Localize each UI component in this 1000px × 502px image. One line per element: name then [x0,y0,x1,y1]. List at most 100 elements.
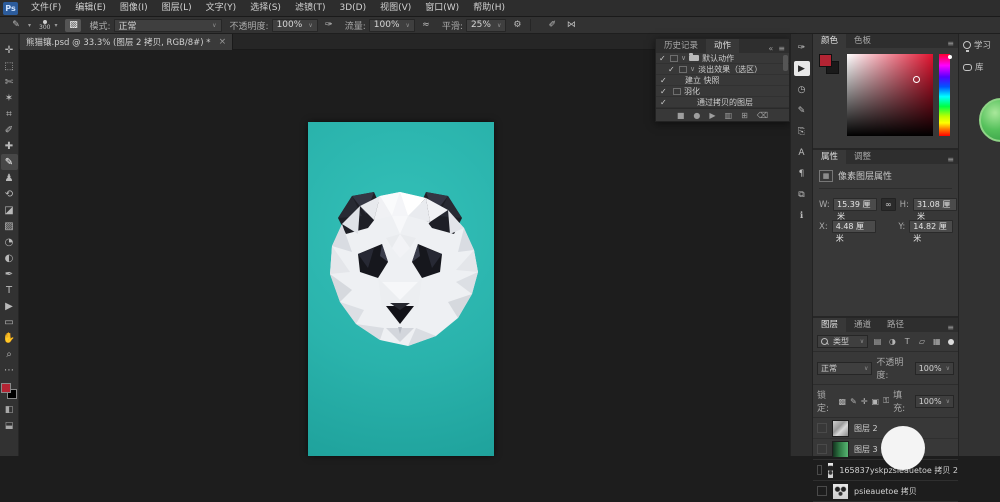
layer-comps-panel-icon[interactable]: ⧉ [794,187,810,202]
tab-color[interactable]: 颜色 [813,34,846,48]
crop-tool[interactable]: ⌗ [1,106,18,122]
filter-type-layers-icon[interactable]: T [902,337,913,346]
check-icon[interactable]: ✓ [660,76,668,85]
brush-tool[interactable]: ✎ [1,154,18,170]
history-brush-tool[interactable]: ⟲ [1,186,18,202]
check-icon[interactable]: ✓ [660,98,668,107]
clone-source-panel-icon[interactable]: ⎘ [794,124,810,139]
color-picker-ring[interactable] [913,76,920,83]
x-field[interactable]: 4.48 厘米 [832,220,876,233]
visibility-eye-toggle[interactable] [817,486,827,496]
flow-select[interactable]: 100% ∨ [369,19,415,32]
smoothing-select[interactable]: 25% ∨ [466,19,506,32]
stop-icon[interactable]: ■ [677,111,685,120]
panel-menu-icon[interactable]: ≡ [947,323,954,332]
expand-arrow-icon[interactable]: ∨ [681,54,686,62]
filter-pixel-layers-icon[interactable]: ▤ [872,337,883,346]
dialog-toggle-box[interactable] [670,55,678,62]
layer-thumbnail[interactable] [827,462,834,479]
layer-blend-mode-select[interactable]: 正常 ∨ [817,362,872,375]
learn-panel-button[interactable]: 学习 [959,34,1000,51]
layer-thumbnail[interactable] [832,483,849,500]
menu-file[interactable]: 文件(F) [24,0,68,17]
path-selection-tool[interactable]: ▶ [1,298,18,314]
document-tab[interactable]: 熊猫镶.psd @ 33.3% (图层 2 拷贝, RGB/8#) * × [20,34,233,50]
pen-tool[interactable]: ✒ [1,266,18,282]
quick-mask-button[interactable]: ◧ [5,405,14,415]
history-panel-icon[interactable]: ◷ [794,82,810,97]
actions-panel-icon[interactable]: ▶ [794,61,810,76]
panel-menu-icon[interactable]: ≡ [947,155,954,164]
tab-paths[interactable]: 路径 [879,318,912,332]
check-icon[interactable]: ✓ [668,65,676,74]
menu-edit[interactable]: 编辑(E) [68,0,113,17]
filter-smart-objects-icon[interactable]: ▦ [931,337,942,346]
panel-menu-icon[interactable]: ≡ [947,39,954,48]
play-icon[interactable]: ▶ [709,111,715,120]
tab-properties[interactable]: 属性 [813,150,846,164]
visibility-eye-toggle[interactable] [817,444,827,454]
filter-shape-layers-icon[interactable]: ▱ [917,337,928,346]
menu-3d[interactable]: 3D(D) [332,0,373,17]
edit-toolbar-button[interactable]: ⋯ [1,362,18,378]
screen-mode-button[interactable]: ⬓ [5,421,14,431]
new-action-icon[interactable]: ⊞ [741,111,748,120]
gradient-tool[interactable]: ▨ [1,218,18,234]
airbrush-icon[interactable]: ≈ [418,19,434,32]
menu-type[interactable]: 文字(Y) [199,0,244,17]
layer-filter-select[interactable]: 类型 ∨ [817,335,868,348]
menu-layer[interactable]: 图层(L) [155,0,199,17]
tab-channels[interactable]: 通道 [846,318,879,332]
width-field[interactable]: 15.39 厘米 [833,198,877,211]
lock-transparency-icon[interactable]: ▩ [839,397,847,406]
delete-icon[interactable]: ⌫ [757,111,768,120]
blur-tool[interactable]: ◔ [1,234,18,250]
action-row-vignette[interactable]: ✓ ∨ 淡出效果（选区） [656,64,789,75]
layer-row[interactable]: psieauetoe 拷贝 [813,481,958,502]
close-icon[interactable]: × [219,37,227,47]
menu-view[interactable]: 视图(V) [373,0,418,17]
tab-adjustments[interactable]: 调整 [846,150,879,164]
layer-thumbnail[interactable] [832,420,849,437]
brush-settings-panel-icon[interactable]: ✑ [794,40,810,55]
foreground-color-swatch[interactable] [819,54,832,67]
marquee-tool[interactable]: ⬚ [1,58,18,74]
action-row-feather[interactable]: ✓ 羽化 [656,86,789,97]
blend-mode-select[interactable]: 正常 ∨ [114,19,222,32]
layer-row[interactable]: 165837yskpzsieauetoe 拷贝 2 [813,460,958,481]
tab-actions[interactable]: 动作 [706,39,739,53]
lock-all-icon[interactable]: ⚿ [883,396,889,406]
layer-opacity-select[interactable]: 100% ∨ [915,362,954,375]
action-row-layer-via-copy[interactable]: ✓ 通过拷贝的图层 [656,97,789,108]
symmetry-icon[interactable]: ⋈ [563,19,579,32]
pressure-opacity-icon[interactable]: ✑ [321,19,337,32]
lock-pixels-icon[interactable]: ✎ [850,397,857,406]
action-row-default-actions[interactable]: ✓ ∨ 默认动作 [656,53,789,64]
libraries-panel-button[interactable]: 库 [959,51,1000,73]
menu-image[interactable]: 图像(I) [113,0,155,17]
dialog-toggle-box[interactable] [679,66,687,73]
paragraph-panel-icon[interactable]: ¶ [794,166,810,181]
new-set-icon[interactable]: ▥ [725,111,733,120]
toggle-brush-panel-icon[interactable]: ▧ [65,19,81,32]
shape-tool[interactable]: ▭ [1,314,18,330]
hand-tool[interactable]: ✋ [1,330,18,346]
clone-stamp-tool[interactable]: ♟ [1,170,18,186]
info-panel-icon[interactable]: ℹ [794,208,810,223]
y-field[interactable]: 14.82 厘米 [909,220,953,233]
foreground-color-swatch[interactable] [1,383,11,393]
hue-slider[interactable] [939,54,950,136]
hue-slider-marker[interactable] [948,55,952,59]
action-row-make-snapshot[interactable]: ✓ 建立 快照 [656,75,789,86]
menu-window[interactable]: 窗口(W) [418,0,466,17]
opacity-select[interactable]: 100% ∨ [272,19,318,32]
visibility-eye-toggle[interactable] [817,423,827,433]
lock-position-icon[interactable]: ✛ [861,397,868,406]
type-tool[interactable]: T [1,282,18,298]
eyedropper-tool[interactable]: ✐ [1,122,18,138]
scrollbar[interactable] [783,55,788,71]
healing-brush-tool[interactable]: ✚ [1,138,18,154]
visibility-eye-toggle[interactable] [817,465,822,475]
saturation-brightness-field[interactable] [847,54,933,136]
eraser-tool[interactable]: ◪ [1,202,18,218]
